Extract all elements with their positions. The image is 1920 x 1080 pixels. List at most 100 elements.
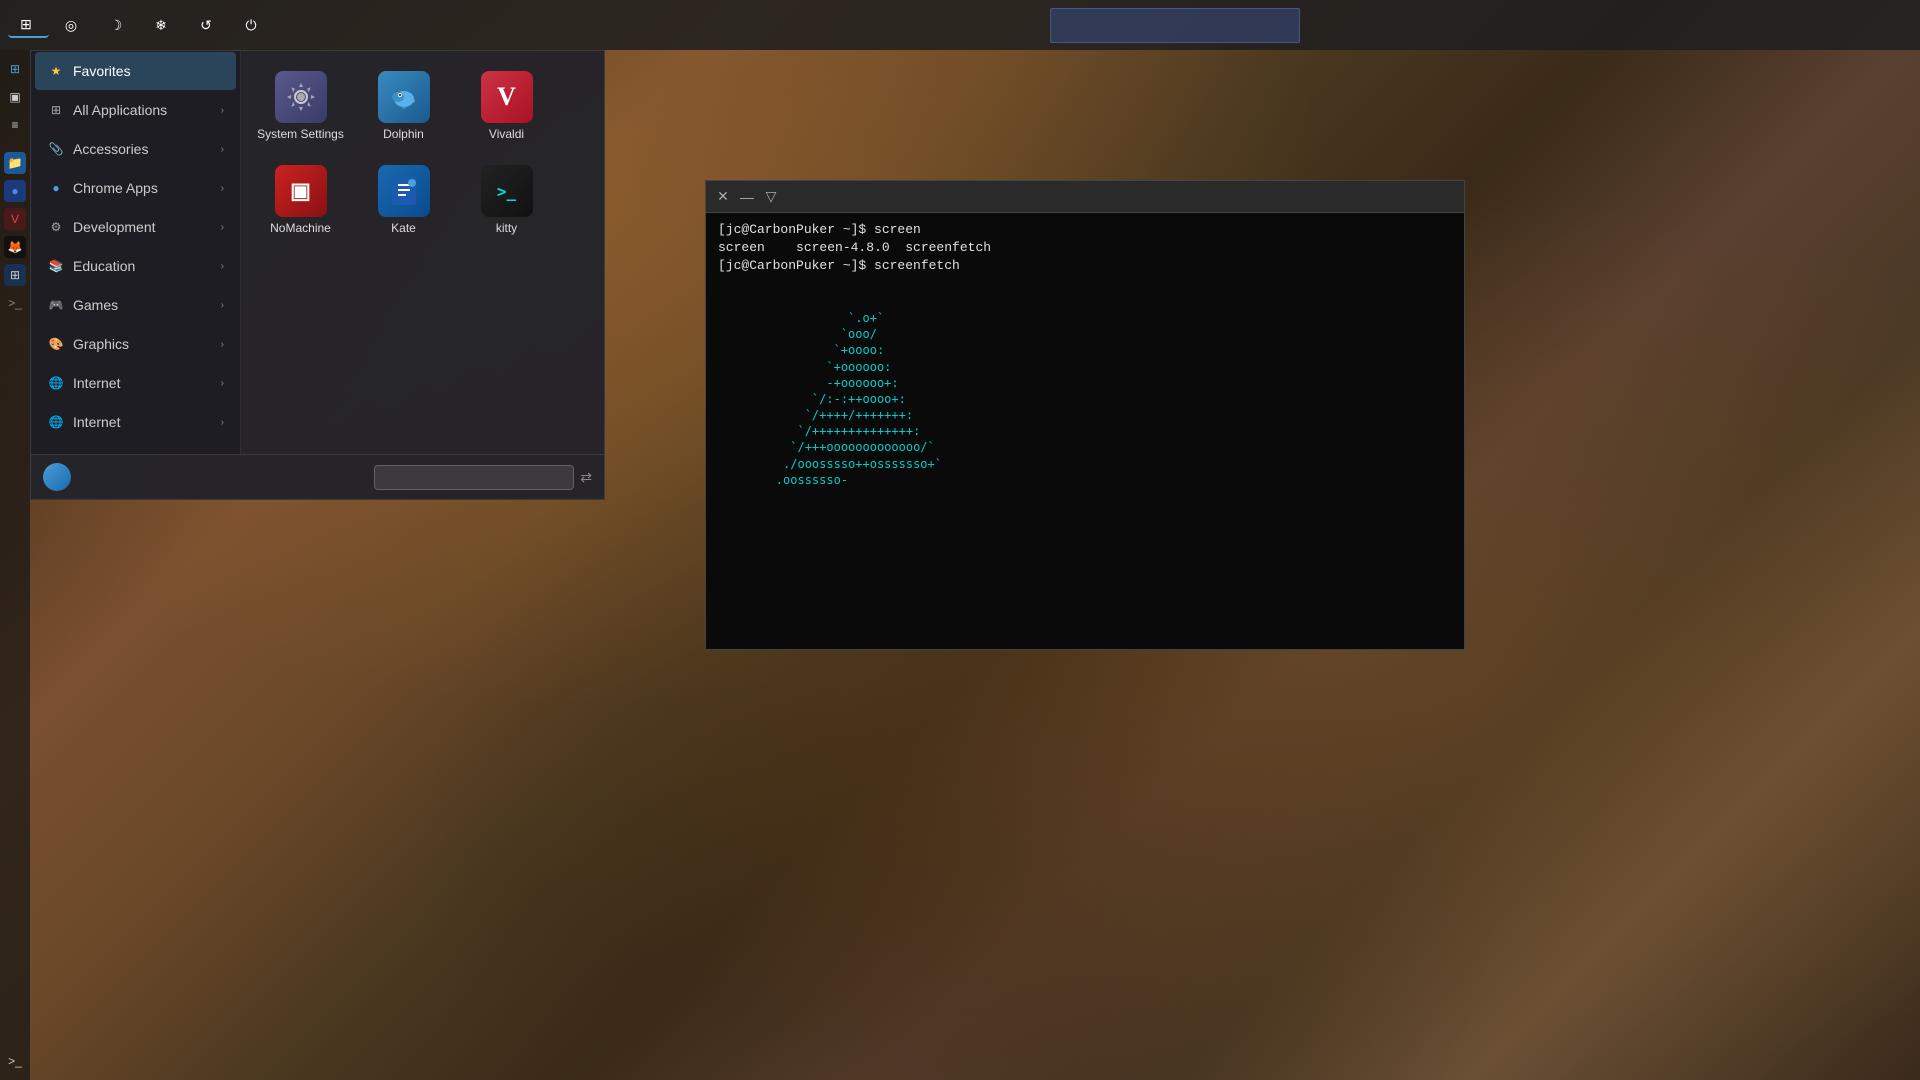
screenfetch-output: `.o+` `ooo/ `+oooo: `+oooooo: -+oooooo+:… <box>718 294 1452 488</box>
applications-menu-button[interactable]: ⊞ <box>8 12 49 38</box>
dock-internet-icon[interactable]: ● <box>4 180 26 202</box>
app-menu: ★ Favorites ⊞ All Applications › 📎 Acces… <box>30 50 605 500</box>
menu-body: ★ Favorites ⊞ All Applications › 📎 Acces… <box>31 51 604 454</box>
sidebar-label-education: Education <box>73 258 135 274</box>
taskbar-preview <box>1050 8 1300 43</box>
app-kitty[interactable]: >_ kitty <box>459 157 554 243</box>
accessories-icon: 📎 <box>47 140 65 158</box>
games-icon: 🎮 <box>47 296 65 314</box>
terminal-minimize-button[interactable]: — <box>738 188 756 206</box>
kate-icon <box>378 165 430 217</box>
sleep-button[interactable]: ☽ <box>98 13 139 37</box>
kitty-label: kitty <box>496 221 517 235</box>
sidebar-item-all-apps[interactable]: ⊞ All Applications › <box>35 91 236 129</box>
search-input[interactable] <box>374 465 574 490</box>
internet-arrow: › <box>221 378 224 389</box>
development-icon: ⚙ <box>47 218 65 236</box>
terminal-line-2: screen screen-4.8.0 screenfetch <box>718 239 1452 257</box>
system-settings-label: System Settings <box>257 127 344 141</box>
sidebar-label-all-apps: All Applications <box>73 102 167 118</box>
vivaldi-icon: V <box>481 71 533 123</box>
sidebar-item-internet2[interactable]: 🌐 Internet › <box>35 403 236 441</box>
shutdown-button[interactable]: ⏻ <box>233 13 274 37</box>
shutdown-icon: ⏻ <box>243 17 259 33</box>
restart-button[interactable]: ↺ <box>188 13 229 37</box>
sidebar-label-favorites: Favorites <box>73 63 131 79</box>
dock-terminal-icon[interactable]: >_ <box>4 292 26 314</box>
app-kate[interactable]: Kate <box>356 157 451 243</box>
internet2-icon: 🌐 <box>47 413 65 431</box>
dolphin-label: Dolphin <box>383 127 424 141</box>
dock-bottom-icon[interactable]: >_ <box>4 1050 26 1072</box>
sidebar-item-internet[interactable]: 🌐 Internet › <box>35 364 236 402</box>
menu-bottom: ⇄ <box>31 454 604 499</box>
sidebar-item-accessories[interactable]: 📎 Accessories › <box>35 130 236 168</box>
places-button[interactable]: ◎ <box>53 13 94 37</box>
dock-apps2-icon[interactable]: ⊞ <box>4 264 26 286</box>
dock-vivaldi-icon[interactable]: V <box>4 208 26 230</box>
terminal-titlebar: ✕ — ▽ <box>706 181 1464 213</box>
menu-sidebar: ★ Favorites ⊞ All Applications › 📎 Acces… <box>31 51 241 454</box>
terminal-line-3: [jc@CarbonPuker ~]$ screenfetch <box>718 257 1452 275</box>
app-dolphin[interactable]: Dolphin <box>356 63 451 149</box>
terminal-body[interactable]: [jc@CarbonPuker ~]$ screen screen screen… <box>706 213 1464 649</box>
app-nomachine[interactable]: ▣ NoMachine <box>253 157 348 243</box>
sidebar-item-chrome-apps[interactable]: ● Chrome Apps › <box>35 169 236 207</box>
all-apps-icon: ⊞ <box>47 101 65 119</box>
kitty-icon: >_ <box>481 165 533 217</box>
sleep-icon: ☽ <box>108 17 124 33</box>
screenfetch-art: `.o+` `ooo/ `+oooo: `+oooooo: -+oooooo+:… <box>718 294 942 488</box>
accessories-arrow: › <box>221 144 224 155</box>
development-arrow: › <box>221 222 224 233</box>
sidebar-label-chrome-apps: Chrome Apps <box>73 180 158 196</box>
sidebar-item-multimedia[interactable]: ♪ Multimedia › <box>35 442 236 454</box>
sidebar-label-development: Development <box>73 219 156 235</box>
terminal-close-button[interactable]: ✕ <box>714 188 732 206</box>
sidebar-item-education[interactable]: 📚 Education › <box>35 247 236 285</box>
chrome-apps-icon: ● <box>47 179 65 197</box>
sidebar-label-internet: Internet <box>73 375 120 391</box>
education-icon: 📚 <box>47 257 65 275</box>
sidebar-item-favorites[interactable]: ★ Favorites <box>35 52 236 90</box>
dock-grid-icon[interactable]: ⊞ <box>4 58 26 80</box>
nomachine-label: NoMachine <box>270 221 331 235</box>
vivaldi-label: Vivaldi <box>489 127 524 141</box>
sidebar-item-development[interactable]: ⚙ Development › <box>35 208 236 246</box>
apps-grid-icon: ⊞ <box>18 16 34 32</box>
search-container: ⇄ <box>374 465 592 490</box>
top-panel: ⊞ ◎ ☽ ❄ ↺ ⏻ <box>0 0 1920 50</box>
kate-label: Kate <box>391 221 416 235</box>
sidebar-label-accessories: Accessories <box>73 141 148 157</box>
dock-firefox-icon[interactable]: 🦊 <box>4 236 26 258</box>
terminal-maximize-button[interactable]: ▽ <box>762 188 780 206</box>
sidebar-label-internet2: Internet <box>73 414 120 430</box>
menu-content: System Settings Dolphin <box>241 51 604 454</box>
games-arrow: › <box>221 300 224 311</box>
favorites-icon: ★ <box>47 62 65 80</box>
hibernate-button[interactable]: ❄ <box>143 13 184 37</box>
nomachine-icon: ▣ <box>275 165 327 217</box>
hibernate-icon: ❄ <box>153 17 169 33</box>
search-swap-icon[interactable]: ⇄ <box>580 469 592 486</box>
graphics-icon: 🎨 <box>47 335 65 353</box>
user-avatar <box>43 463 71 491</box>
all-apps-arrow: › <box>221 105 224 116</box>
sidebar-item-graphics[interactable]: 🎨 Graphics › <box>35 325 236 363</box>
graphics-arrow: › <box>221 339 224 350</box>
sidebar-item-games[interactable]: 🎮 Games › <box>35 286 236 324</box>
dock-window-icon[interactable]: ▣ <box>4 86 26 108</box>
terminal-window: ✕ — ▽ [jc@CarbonPuker ~]$ screen screen … <box>705 180 1465 650</box>
app-vivaldi[interactable]: V Vivaldi <box>459 63 554 149</box>
internet2-arrow: › <box>221 417 224 428</box>
dock-folder-icon[interactable]: 📁 <box>4 152 26 174</box>
sidebar-label-graphics: Graphics <box>73 336 129 352</box>
chrome-apps-arrow: › <box>221 183 224 194</box>
terminal-line-1: [jc@CarbonPuker ~]$ screen <box>718 221 1452 239</box>
dock-layout-icon[interactable]: ≡ <box>4 114 26 136</box>
left-dock: ⊞ ▣ ≡ 📁 ● V 🦊 ⊞ >_ >_ <box>0 50 30 1080</box>
restart-icon: ↺ <box>198 17 214 33</box>
system-settings-icon <box>275 71 327 123</box>
sidebar-label-games: Games <box>73 297 118 313</box>
internet-icon: 🌐 <box>47 374 65 392</box>
app-system-settings[interactable]: System Settings <box>253 63 348 149</box>
